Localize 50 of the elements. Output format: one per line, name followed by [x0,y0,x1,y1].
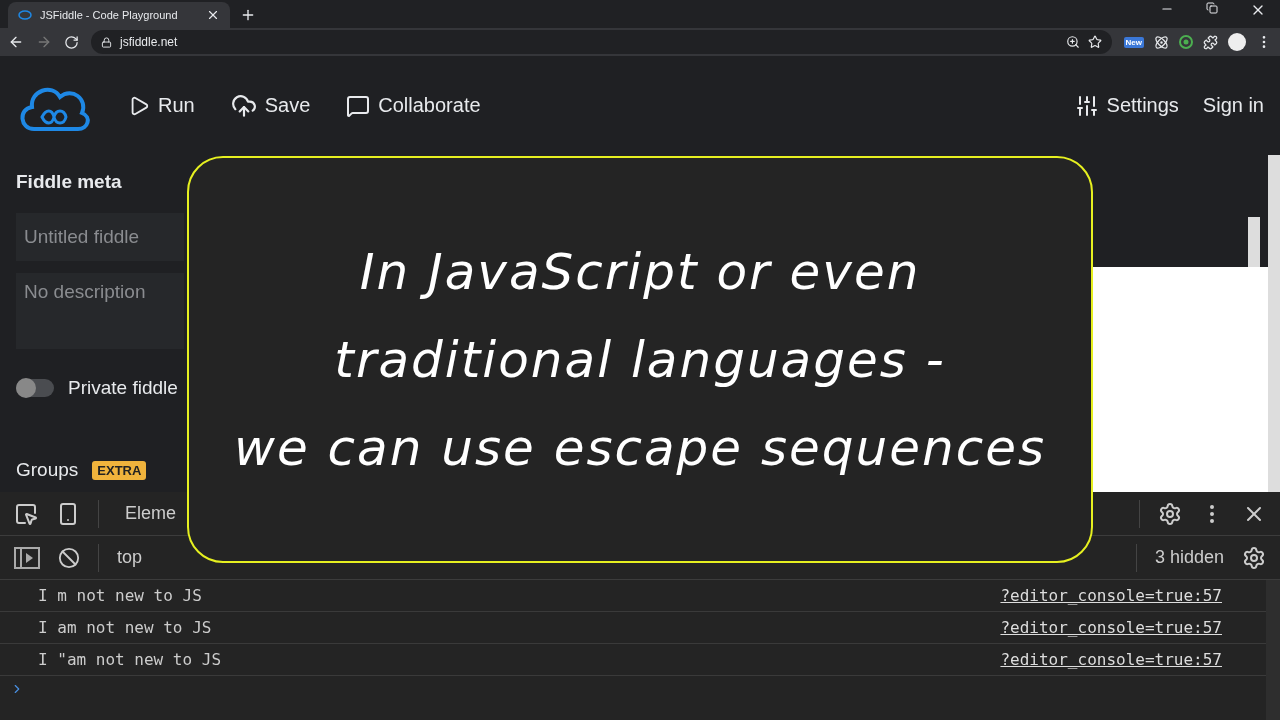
tab-title: JSFiddle - Code Playground [40,9,179,21]
sliders-icon [1074,93,1099,118]
toggle-label: Private fiddle [68,377,178,399]
source-link[interactable]: ?editor_console=true:57 [1000,650,1222,669]
chat-bubble-icon [346,93,371,118]
hidden-count[interactable]: 3 hidden [1154,547,1224,568]
caption-line: traditional languages - [334,330,946,389]
ring-icon[interactable] [1179,35,1193,49]
console-message: I m not new to JS [38,586,202,605]
settings-button[interactable]: Settings [1074,93,1179,118]
restore-icon[interactable] [1206,2,1218,14]
caption-line: we can use escape sequences [234,418,1046,477]
sidebar-panel-icon[interactable] [14,546,40,569]
address-bar[interactable]: jsfiddle.net [91,30,1112,54]
lock-icon [101,36,112,48]
extension-badge[interactable]: New [1123,36,1144,48]
star-icon[interactable] [1087,35,1102,49]
source-link[interactable]: ?editor_console=true:57 [1000,618,1222,637]
profile-avatar[interactable] [1228,33,1246,51]
clear-console-icon[interactable] [58,546,80,569]
puzzle-icon[interactable] [1203,34,1218,50]
cloud-logo-icon [18,10,32,20]
close-icon[interactable] [206,8,220,22]
description-field[interactable]: No description [16,273,184,349]
forward-icon[interactable] [36,34,52,50]
console-message: I "am not new to JS [38,650,222,669]
settings-icon[interactable] [1158,501,1182,526]
settings-icon[interactable] [1242,545,1266,570]
caption-line: In JavaScript or even [359,242,921,301]
sign-in-button[interactable]: Sign in [1202,94,1264,117]
reload-icon[interactable] [64,34,79,50]
atom-icon[interactable] [1154,34,1169,50]
run-button[interactable]: Run [128,94,195,117]
console-message: I am not new to JS [38,618,212,637]
new-tab-icon[interactable] [240,7,256,23]
title-field[interactable]: Untitled fiddle [16,213,184,261]
context-selector[interactable]: top [117,547,143,568]
private-toggle[interactable] [16,379,54,397]
extra-badge: EXTRA [92,460,147,480]
groups-label: Groups [16,459,79,481]
devtools-tab[interactable]: Eleme [117,503,177,524]
back-icon[interactable] [8,34,24,50]
source-link[interactable]: ?editor_console=true:57 [1000,586,1222,605]
inspect-icon[interactable] [14,501,38,526]
browser-tab[interactable]: JSFiddle - Code Playground [8,2,230,28]
zoom-icon[interactable] [1065,35,1080,49]
collaborate-button[interactable]: Collaborate [346,93,481,118]
save-button[interactable]: Save [230,92,311,119]
sidebar-title: Fiddle meta [16,171,123,193]
cloud-upload-icon [230,92,257,119]
